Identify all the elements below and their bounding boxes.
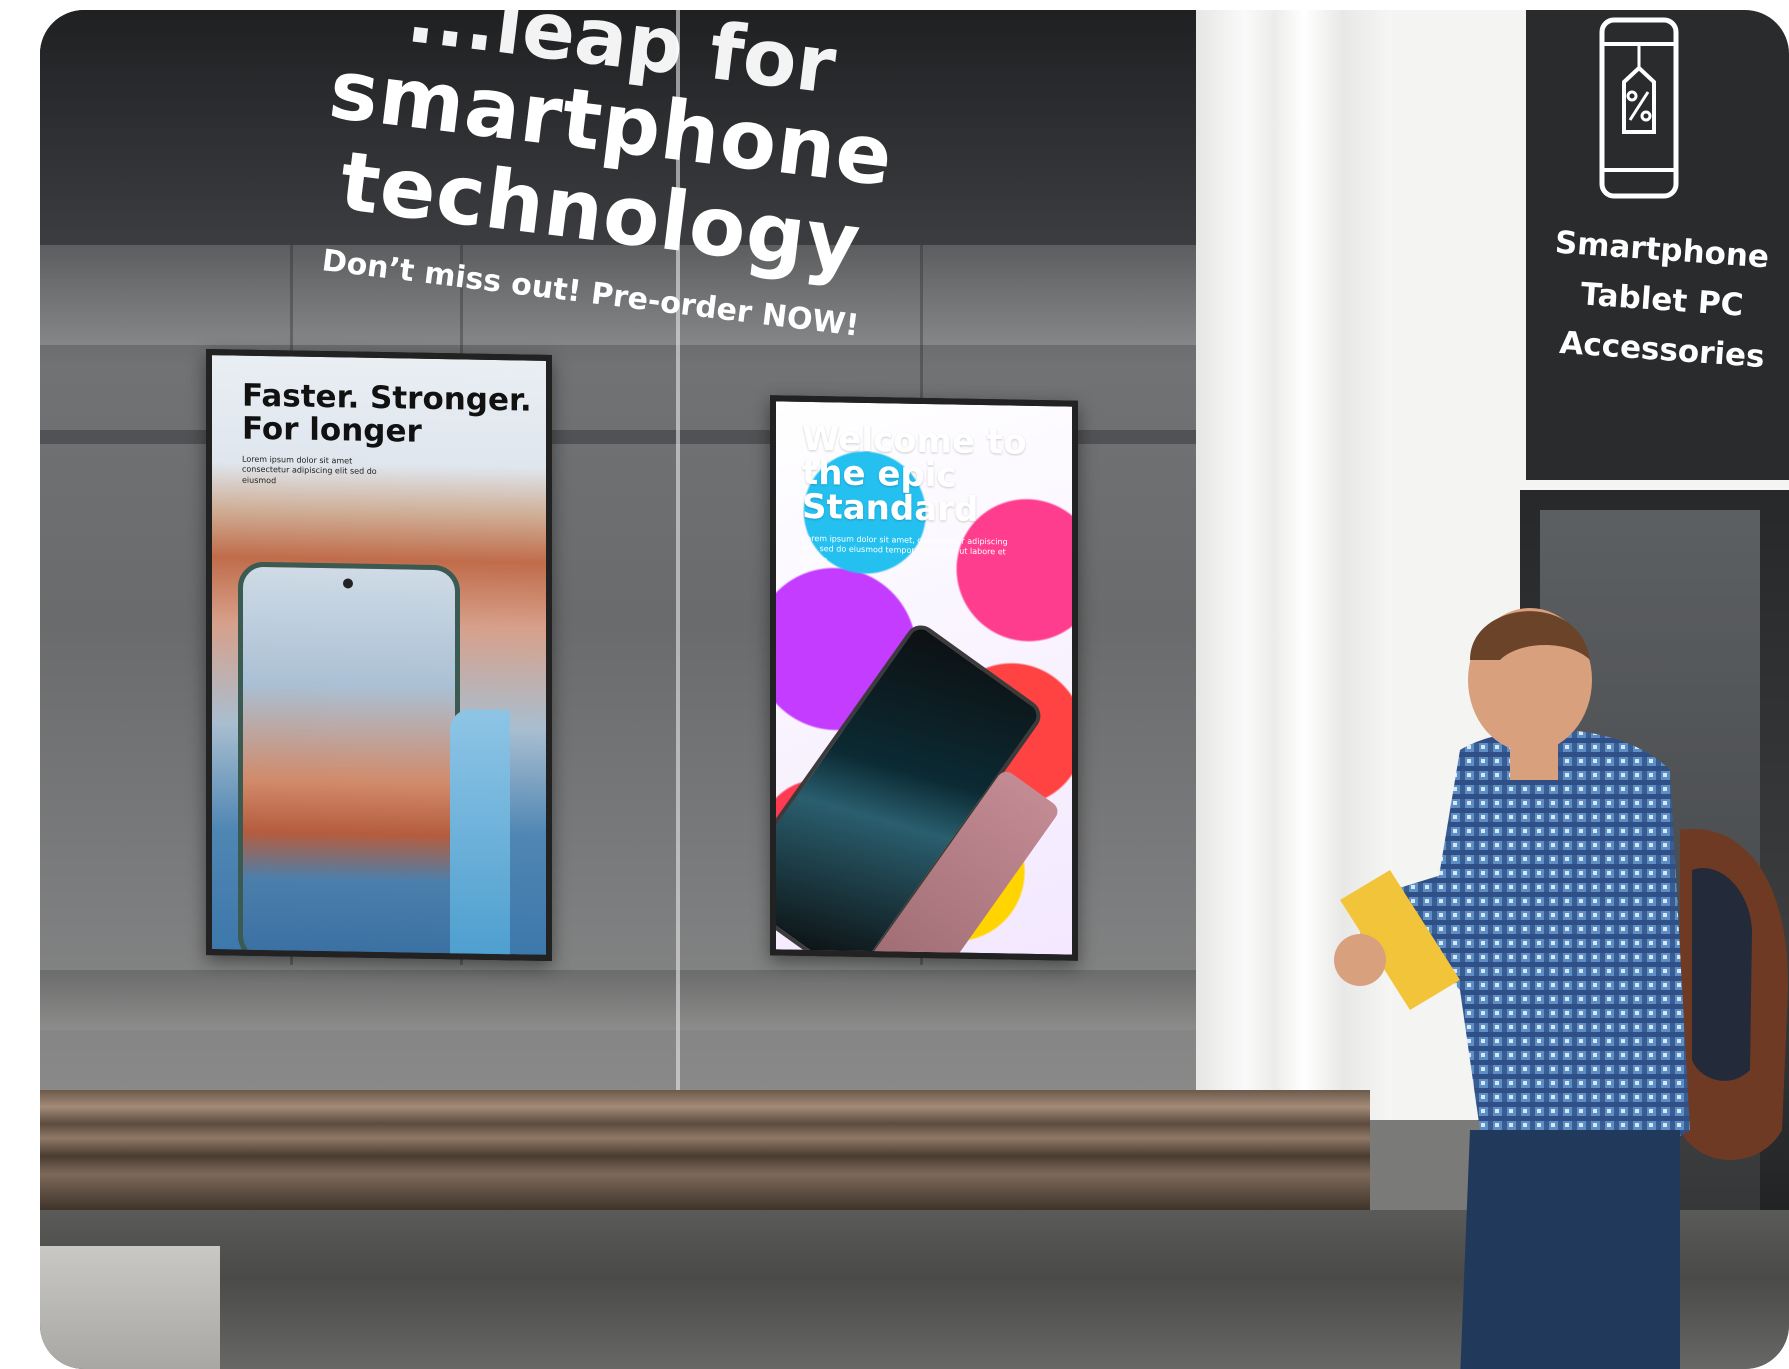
display-left-phone-back-image	[450, 709, 510, 957]
window-ledge	[40, 1090, 1370, 1210]
display-left-copy: Faster. Stronger. For longer Lorem ipsum…	[242, 377, 546, 492]
window-reflection-bottom	[40, 970, 1196, 1030]
display-right-copy: Welcome to the epic Standard Lorem ipsum…	[802, 418, 1072, 570]
shopper-figure	[1334, 608, 1789, 1369]
sign-line-tablet-pc: Tablet PC	[1579, 276, 1745, 324]
digital-display-right: Welcome to the epic Standard Lorem ipsum…	[770, 395, 1078, 961]
display-right-body: Lorem ipsum dolor sit amet, consectetur …	[802, 533, 1008, 565]
digital-display-left: Faster. Stronger. For longer Lorem ipsum…	[206, 348, 552, 962]
storefront-window: ...leap for smartphone technology Don’t …	[40, 10, 1196, 1120]
shopper-body	[1334, 729, 1690, 1369]
store-sign: Smartphone Tablet PC Accessories	[1526, 10, 1789, 480]
sign-line-smartphone: Smartphone	[1553, 224, 1771, 276]
shopper-backpack	[1680, 829, 1789, 1160]
display-right-headline: Welcome to the epic Standard	[802, 418, 1027, 530]
display-left-headline: Faster. Stronger. For longer	[242, 377, 532, 450]
display-left-body: Lorem ipsum dolor sit amet consectetur a…	[242, 454, 377, 486]
display-left-phone-image	[238, 561, 460, 962]
sign-line-accessories: Accessories	[1558, 324, 1766, 376]
photo-frame: ...leap for smartphone technology Don’t …	[40, 10, 1789, 1369]
phone-price-tag-icon	[1599, 17, 1679, 199]
camera-icon	[343, 578, 353, 589]
stone-block	[40, 1246, 220, 1369]
